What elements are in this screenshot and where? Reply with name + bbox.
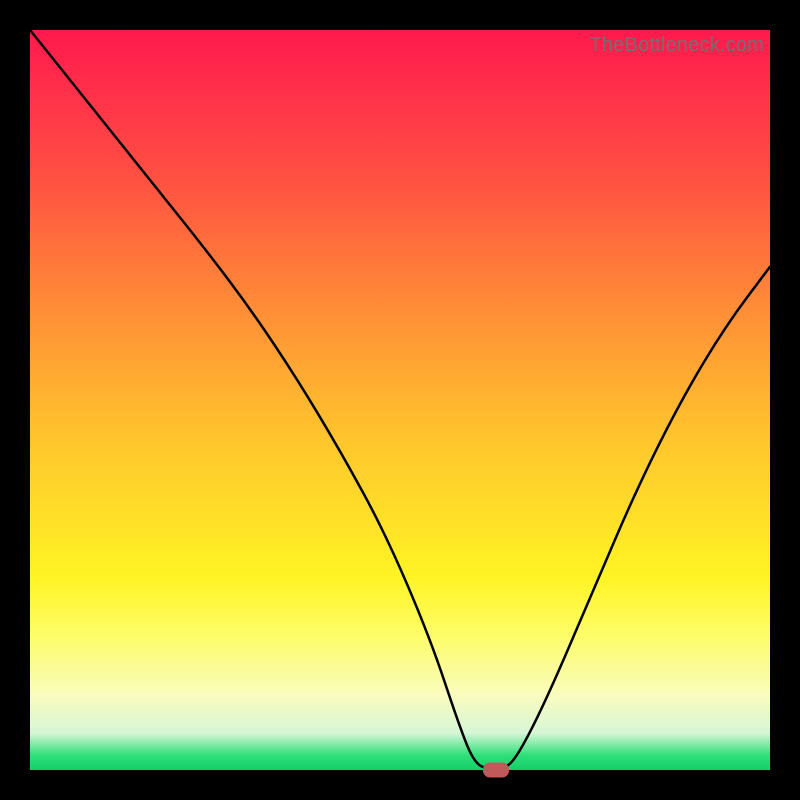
chart-frame: TheBottleneck.com (0, 0, 800, 800)
plot-area: TheBottleneck.com (30, 30, 770, 770)
optimal-marker (483, 763, 509, 778)
bottleneck-curve (30, 30, 770, 770)
curve-path (30, 30, 770, 770)
